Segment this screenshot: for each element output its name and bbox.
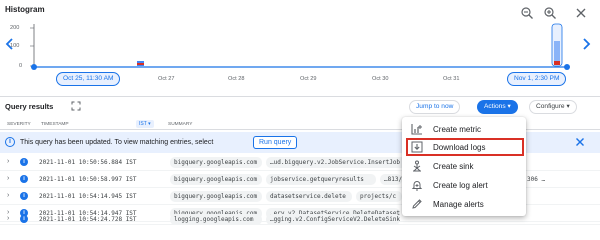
header-timestamp[interactable]: TIMESTAMP	[41, 122, 69, 127]
chevron-down-icon: ▾	[566, 103, 570, 110]
menu-item-manage-alerts[interactable]: Manage alerts	[402, 195, 526, 213]
severity-info-icon: i	[20, 175, 28, 183]
row-resource-chip[interactable]: projects/c	[356, 191, 402, 202]
row-timestamp: 2021-11-01 10:54:14.945 IST	[39, 193, 137, 200]
menu-item-create-metric[interactable]: Create metric	[402, 120, 526, 138]
query-results-toolbar: Query results Jump to now Actions ▾ Conf…	[0, 96, 600, 116]
row-service-chip[interactable]: bigquery.googleapis.com	[170, 191, 262, 202]
y-tick-0: 0	[19, 63, 23, 69]
row-method-chip[interactable]: jobservice.getqueryresults	[266, 174, 376, 185]
row-method-chip[interactable]: datasetservice.delete	[266, 191, 352, 202]
row-service-chip[interactable]: bigquery.googleapis.com	[170, 157, 262, 168]
menu-item-label: Create sink	[433, 162, 474, 171]
y-tick-200: 200	[10, 25, 20, 31]
row-timestamp: 2021-11-01 10:54:24.728 IST	[39, 216, 137, 223]
chevron-right-icon[interactable]: ›	[7, 175, 9, 182]
severity-info-icon: i	[20, 192, 28, 200]
download-icon	[411, 141, 423, 153]
menu-item-label: Create metric	[433, 125, 482, 134]
alert-bell-icon	[411, 179, 423, 191]
actions-menu: Create metric Download logs Create sink …	[402, 117, 526, 216]
run-query-button[interactable]: Run query	[253, 136, 298, 149]
row-service-chip[interactable]: bigquery.googleapis.com	[170, 174, 262, 185]
timezone-select[interactable]: IST ▾	[136, 120, 154, 128]
info-icon: i	[5, 137, 15, 147]
x-tick: Oct 28	[228, 76, 245, 82]
x-tick: Oct 31	[443, 76, 460, 82]
menu-item-label: Create log alert	[433, 181, 488, 190]
chevron-down-icon: ▾	[507, 103, 511, 110]
metric-icon	[411, 123, 423, 135]
menu-item-label: Manage alerts	[433, 200, 484, 209]
close-icon[interactable]	[574, 136, 586, 148]
header-summary: SUMMARY	[168, 122, 193, 127]
row-resource-chip[interactable]: …813/	[380, 174, 402, 185]
row-service-chip[interactable]: logging.googleapis.com	[170, 214, 262, 225]
x-tick: Oct 29	[300, 76, 317, 82]
actions-button[interactable]: Actions ▾	[477, 100, 518, 114]
menu-item-create-sink[interactable]: Create sink	[402, 157, 526, 175]
menu-item-download-logs[interactable]: Download logs	[406, 138, 524, 156]
chevron-right-icon[interactable]: ›	[7, 215, 9, 222]
jump-to-now-button[interactable]: Jump to now	[409, 100, 461, 114]
configure-label: Configure	[536, 103, 565, 110]
row-method-chip[interactable]: …gging.v2.ConfigServiceV2.DeleteSink	[266, 214, 400, 225]
actions-label: Actions	[484, 103, 506, 110]
severity-info-icon: i	[20, 158, 28, 166]
configure-button[interactable]: Configure ▾	[529, 100, 577, 114]
sink-icon	[411, 160, 423, 172]
menu-item-label: Download logs	[433, 143, 486, 152]
chevron-right-icon[interactable]: ›	[7, 192, 9, 199]
row-extra-text: 306 …	[527, 176, 546, 183]
x-tick: Oct 27	[158, 76, 175, 82]
row-method-chip[interactable]: …ud.bigquery.v2.JobService.InsertJob	[266, 157, 406, 168]
chevron-right-icon[interactable]: ›	[7, 158, 9, 165]
menu-item-create-log-alert[interactable]: Create log alert	[402, 176, 526, 194]
range-start-chip[interactable]: Oct 25, 11:30 AM	[56, 72, 121, 86]
timezone-label: IST	[139, 121, 147, 127]
x-tick: Oct 30	[372, 76, 389, 82]
histogram-panel: Histogram 200 100 0 Oct 25, 11:30 AM Oct…	[0, 0, 600, 96]
edit-pencil-icon	[411, 198, 423, 210]
y-tick-100: 100	[10, 43, 20, 49]
query-results-title: Query results	[5, 102, 54, 111]
row-timestamp: 2021-11-01 10:50:56.884 IST	[39, 159, 137, 166]
header-severity[interactable]: SEVERITY	[7, 122, 31, 127]
chevron-down-icon: ▾	[148, 121, 151, 127]
banner-message: This query has been updated. To view mat…	[20, 139, 214, 146]
expand-icon[interactable]	[71, 101, 81, 111]
severity-info-icon: i	[20, 215, 28, 223]
row-timestamp: 2021-11-01 10:50:58.997 IST	[39, 176, 137, 183]
range-end-chip[interactable]: Nov 1, 2:30 PM	[507, 72, 567, 86]
